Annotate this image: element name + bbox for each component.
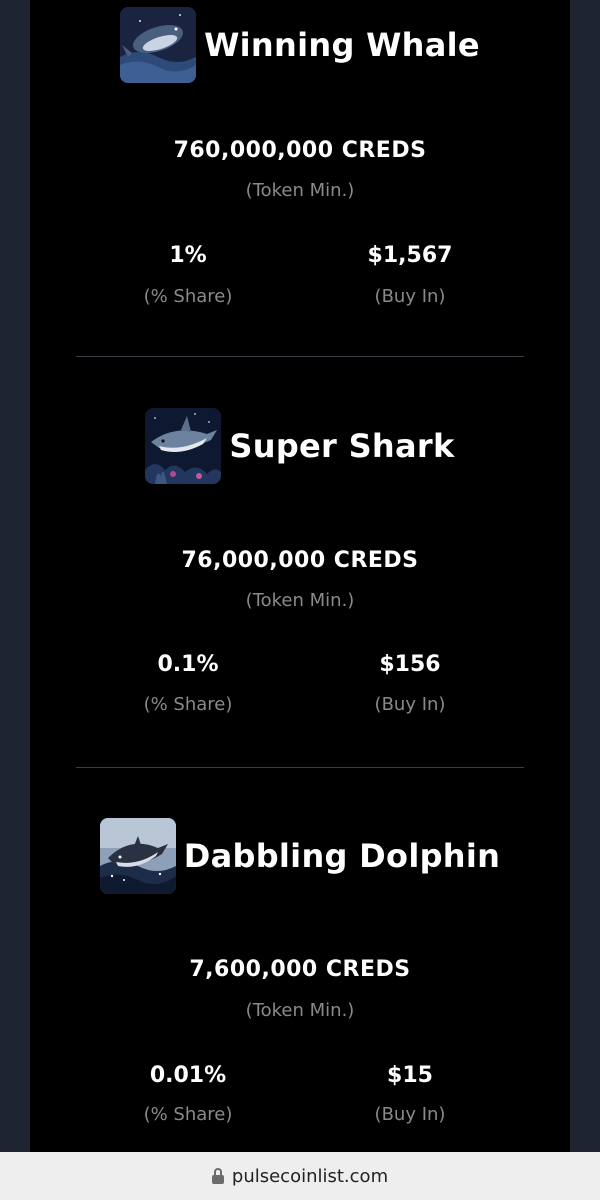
token-min-value: 76,000,000 CREDS [181,548,419,573]
page: Winning Whale 760,000,000 CREDS (Token M… [0,0,600,1200]
tier-divider [76,356,524,357]
share-value: 0.1% [157,652,219,677]
tier-name: Dabbling Dolphin [183,837,501,875]
left-gutter [0,0,30,1152]
right-gutter [570,0,600,1152]
url-domain[interactable]: pulsecoinlist.com [232,1166,388,1187]
tier-card-whale: Winning Whale 760,000,000 CREDS (Token M… [30,0,570,360]
share-value: 1% [169,243,207,268]
token-min-label: (Token Min.) [245,180,355,201]
buyin-value: $15 [387,1063,433,1088]
tier-name: Winning Whale [204,26,480,64]
tier-card-dolphin: Dabbling Dolphin 7,600,000 CREDS (Token … [30,818,570,1178]
share-label: (% Share) [143,694,233,715]
tier-header: Winning Whale [30,7,570,83]
token-min-label: (Token Min.) [245,1000,355,1021]
lock-icon [211,1168,224,1184]
token-min-label: (Token Min.) [245,590,355,611]
buyin-label: (Buy In) [374,1104,446,1125]
buyin-label: (Buy In) [374,286,446,307]
buyin-value: $1,567 [367,243,453,268]
dolphin-icon [99,818,176,894]
tier-header: Dabbling Dolphin [30,818,570,894]
shark-icon [145,408,222,484]
token-min-value: 7,600,000 CREDS [189,957,411,982]
tier-divider [76,767,524,768]
token-min-value: 760,000,000 CREDS [173,138,427,163]
share-value: 0.01% [149,1063,227,1088]
share-label: (% Share) [143,286,233,307]
share-label: (% Share) [143,1104,233,1125]
buyin-label: (Buy In) [374,694,446,715]
browser-url-bar[interactable]: pulsecoinlist.com [0,1152,600,1200]
tier-card-shark: Super Shark 76,000,000 CREDS (Token Min.… [30,408,570,768]
tier-header: Super Shark [30,408,570,484]
whale-icon [120,7,197,83]
tier-name: Super Shark [229,427,455,465]
buyin-value: $156 [379,652,441,677]
tier-list[interactable]: Winning Whale 760,000,000 CREDS (Token M… [30,0,570,1152]
